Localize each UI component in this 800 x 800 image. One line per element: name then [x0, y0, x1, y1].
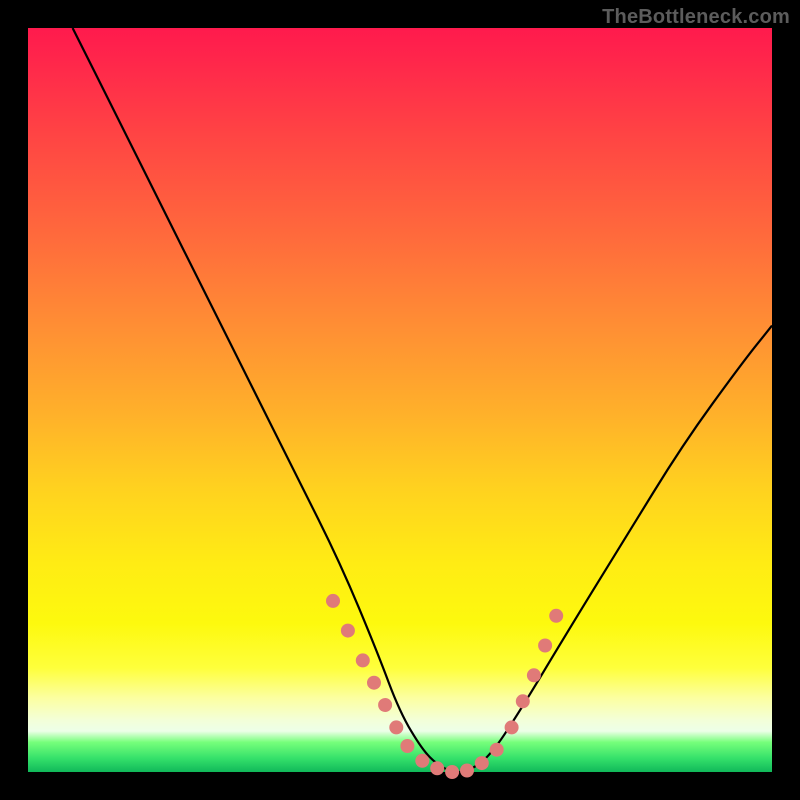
highlight-dot [527, 668, 541, 682]
highlight-dot [341, 624, 355, 638]
highlight-dot [490, 743, 504, 757]
highlight-dot [389, 720, 403, 734]
highlight-dot [400, 739, 414, 753]
highlight-dot [460, 764, 474, 778]
highlight-dot [516, 694, 530, 708]
bottleneck-curve-path [73, 28, 772, 772]
highlight-dot [505, 720, 519, 734]
highlight-dot [415, 754, 429, 768]
highlight-dot [475, 756, 489, 770]
chart-frame: TheBottleneck.com [0, 0, 800, 800]
highlight-dot [430, 761, 444, 775]
highlight-dot [356, 653, 370, 667]
highlight-dot [549, 609, 563, 623]
curve-line [73, 28, 772, 772]
highlight-dots [326, 594, 563, 779]
highlight-dot [538, 639, 552, 653]
highlight-dot [445, 765, 459, 779]
highlight-dot [367, 676, 381, 690]
chart-svg [28, 28, 772, 772]
highlight-dot [326, 594, 340, 608]
highlight-dot [378, 698, 392, 712]
watermark-text: TheBottleneck.com [602, 6, 790, 29]
